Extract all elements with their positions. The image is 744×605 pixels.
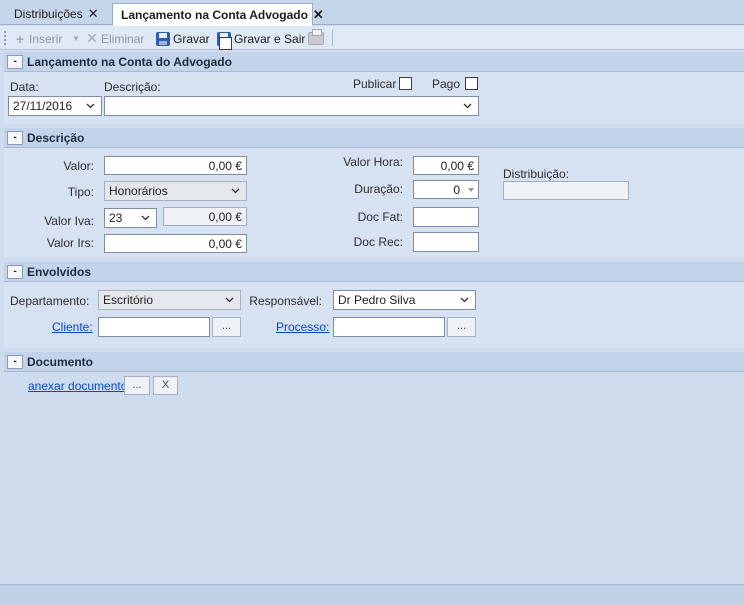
section-title: Lançamento na Conta do Advogado	[27, 55, 232, 69]
chevron-down-icon	[86, 103, 95, 109]
section-title: Descrição	[27, 131, 85, 145]
iva-amount: 0,00 €	[208, 210, 242, 224]
toolbar: + Inserir ▼ ✕ Eliminar Gravar ✓ Gravar e…	[0, 26, 744, 50]
duration-label: Duração:	[354, 182, 403, 196]
chevron-down-icon	[463, 103, 472, 109]
date-picker[interactable]: 27/11/2016	[8, 96, 102, 116]
publish-label: Publicar	[353, 77, 397, 91]
delete-label: Eliminar	[101, 31, 145, 46]
department-select[interactable]: Escritório	[98, 290, 241, 310]
tab-label: Lançamento na Conta Advogado	[121, 8, 308, 22]
client-browse-button[interactable]: ...	[212, 317, 241, 337]
print-button[interactable]	[308, 29, 324, 47]
delete-icon: ✕	[86, 30, 98, 46]
tab-lancamento-conta-advogado[interactable]: Lançamento na Conta Advogado ✕	[112, 3, 324, 26]
collapse-button[interactable]: -	[7, 265, 23, 279]
printer-icon	[308, 29, 324, 45]
value-label: Valor:	[63, 159, 94, 173]
description-combobox[interactable]	[104, 96, 479, 116]
insert-dropdown-button[interactable]: ▼	[72, 30, 80, 47]
insert-button[interactable]: + Inserir	[14, 30, 62, 47]
paid-label: Pago	[432, 77, 461, 91]
process-link[interactable]: Processo:	[276, 320, 329, 334]
tab-label: Distribuições	[14, 7, 83, 21]
duration-input[interactable]: 0	[413, 180, 479, 199]
save-label: Gravar	[173, 31, 210, 46]
responsible-select[interactable]: Dr Pedro Silva	[333, 290, 476, 310]
department-value: Escritório	[103, 293, 154, 307]
collapse-button[interactable]: -	[7, 131, 23, 145]
doc-rec-input[interactable]	[413, 232, 479, 252]
process-input[interactable]	[333, 317, 445, 337]
toolbar-grip[interactable]	[4, 31, 6, 45]
publish-checkbox[interactable]	[399, 77, 412, 90]
doc-rec-label: Doc Rec:	[353, 235, 403, 249]
distribution-label: Distribuição:	[503, 167, 570, 181]
section-title: Envolvidos	[27, 265, 92, 279]
doc-fat-input[interactable]	[413, 207, 479, 227]
section-header-lancamento: - Lançamento na Conta do Advogado	[4, 52, 744, 72]
chevron-down-icon	[141, 215, 150, 221]
delete-button[interactable]: ✕ Eliminar	[86, 30, 144, 47]
description-label: Descrição:	[104, 80, 161, 94]
save-and-exit-label: Gravar e Sair	[234, 31, 306, 46]
iva-rate-select[interactable]: 23	[104, 208, 157, 228]
chevron-down-icon	[231, 188, 240, 194]
type-value: Honorários	[109, 184, 168, 198]
irs-label: Valor Irs:	[46, 236, 94, 250]
department-label: Departamento:	[10, 294, 90, 308]
section-header-descricao: - Descrição	[4, 128, 744, 148]
responsible-value: Dr Pedro Silva	[338, 293, 416, 307]
close-icon[interactable]: ✕	[313, 7, 324, 22]
close-icon[interactable]: ✕	[88, 6, 99, 21]
responsible-label: Responsável:	[249, 294, 322, 308]
document-tab-bar: Distribuições ✕ Lançamento na Conta Advog…	[0, 0, 744, 26]
tab-distribuicoes[interactable]: Distribuições ✕	[6, 3, 104, 25]
save-button[interactable]: Gravar	[156, 30, 210, 47]
chevron-down-icon	[225, 297, 234, 303]
duration-value: 0	[453, 183, 460, 197]
toolbar-separator	[332, 30, 333, 46]
floppy-disk-check-icon: ✓	[217, 31, 232, 50]
dropdown-arrow-icon: ▼	[72, 34, 80, 43]
irs-input[interactable]: 0,00 €	[104, 234, 247, 253]
irs-amount: 0,00 €	[208, 237, 242, 251]
collapse-button[interactable]: -	[7, 355, 23, 369]
iva-value-readonly: 0,00 €	[163, 207, 247, 226]
status-bar	[0, 584, 744, 605]
insert-label: Inserir	[29, 31, 63, 46]
iva-label: Valor Iva:	[44, 214, 94, 228]
process-browse-button[interactable]: ...	[447, 317, 476, 337]
attach-browse-button[interactable]: ...	[124, 376, 150, 395]
section-header-envolvidos: - Envolvidos	[4, 262, 744, 282]
iva-rate-value: 23	[109, 211, 123, 225]
remove-document-button[interactable]: X	[153, 376, 178, 395]
value-amount: 0,00 €	[208, 159, 242, 173]
doc-fat-label: Doc Fat:	[357, 210, 403, 224]
paid-checkbox[interactable]	[465, 77, 478, 90]
floppy-disk-icon	[156, 31, 170, 46]
value-input[interactable]: 0,00 €	[104, 156, 247, 175]
collapse-button[interactable]: -	[7, 55, 23, 69]
hour-value-label: Valor Hora:	[343, 155, 403, 169]
date-label: Data:	[10, 80, 39, 94]
client-link[interactable]: Cliente:	[52, 320, 93, 334]
chevron-down-icon	[460, 297, 469, 303]
spin-down-icon[interactable]	[467, 186, 475, 194]
attach-document-link[interactable]: anexar documento	[28, 379, 127, 393]
type-label: Tipo:	[67, 185, 94, 199]
distribution-readonly	[503, 181, 629, 200]
type-select[interactable]: Honorários	[104, 181, 247, 201]
hour-value-input[interactable]: 0,00 €	[413, 156, 479, 175]
save-and-exit-button[interactable]: ✓ Gravar e Sair	[217, 30, 306, 50]
client-input[interactable]	[98, 317, 210, 337]
section-title: Documento	[27, 355, 93, 369]
section-header-documento: - Documento	[4, 352, 744, 372]
plus-icon: +	[15, 30, 25, 47]
hour-value-amount: 0,00 €	[440, 159, 474, 173]
date-value: 27/11/2016	[13, 99, 73, 113]
